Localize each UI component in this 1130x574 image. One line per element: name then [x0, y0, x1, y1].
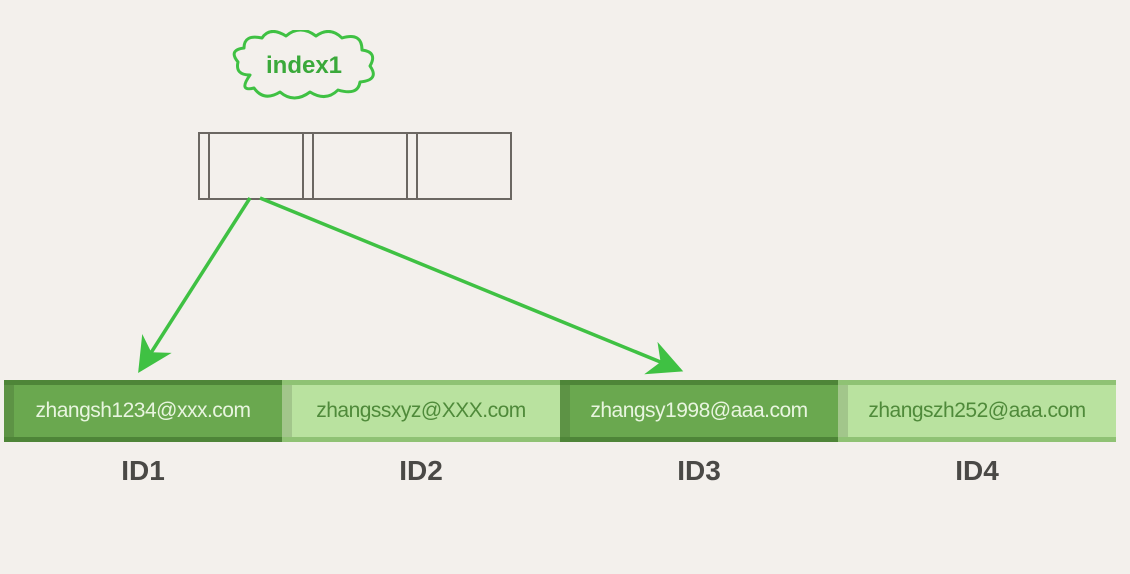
record-email: zhangssxyz@XXX.com: [312, 399, 530, 423]
id-label: ID1: [4, 455, 282, 487]
index-buckets: [198, 132, 512, 200]
bucket-slot-3: [418, 134, 510, 198]
bucket-slot-2: [314, 134, 408, 198]
record-strip: zhangsh1234@xxx.com zhangssxyz@XXX.com z…: [4, 380, 1116, 442]
pointer-arrows: [0, 0, 1130, 574]
bucket-divider: [304, 134, 314, 198]
index-label-text: index1: [230, 52, 378, 80]
record-email: zhangsh1234@xxx.com: [32, 399, 255, 423]
record-cell: zhangsy1998@aaa.com: [560, 380, 838, 442]
id-label-row: ID1 ID2 ID3 ID4: [4, 455, 1116, 487]
id-label: ID3: [560, 455, 838, 487]
id-label: ID2: [282, 455, 560, 487]
bucket-left-margin: [200, 134, 210, 198]
record-cell: zhangssxyz@XXX.com: [282, 380, 560, 442]
bucket-slot-1: [210, 134, 304, 198]
id-label: ID4: [838, 455, 1116, 487]
record-cell: zhangszh252@aaa.com: [838, 380, 1116, 442]
record-email: zhangsy1998@aaa.com: [586, 399, 811, 423]
record-cell: zhangsh1234@xxx.com: [4, 380, 282, 442]
bucket-divider: [408, 134, 418, 198]
index-label-cloud: index1: [230, 30, 378, 100]
record-email: zhangszh252@aaa.com: [864, 399, 1089, 423]
diagram-canvas: { "index_label": "index1", "bucket_count…: [0, 0, 1130, 574]
